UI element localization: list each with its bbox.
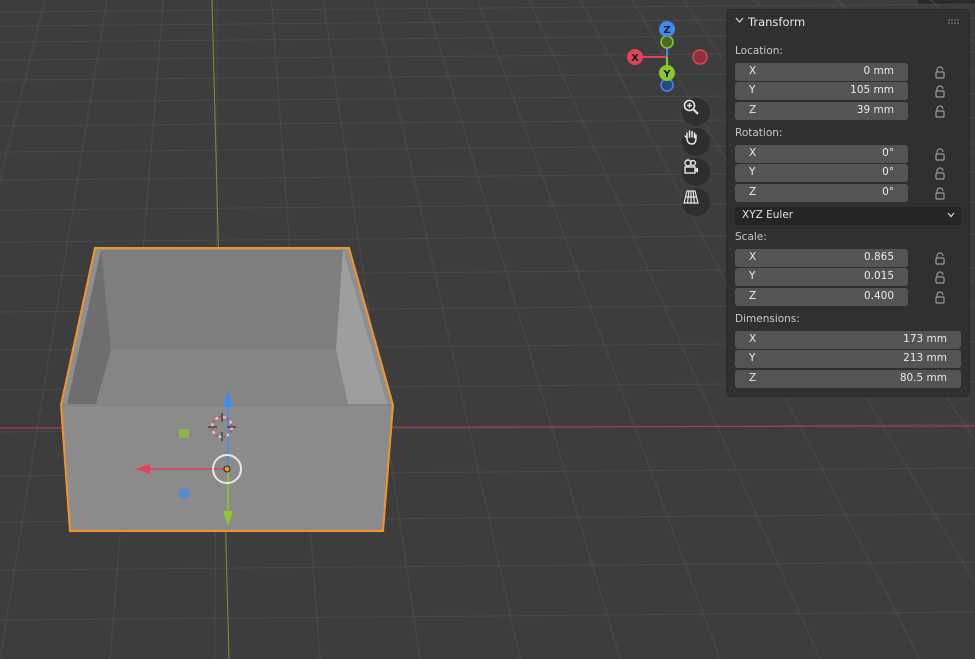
scale-label: Scale: — [735, 231, 767, 243]
gizmo-xz-plane — [179, 429, 189, 438]
rotation-z-field[interactable]: Z 0° — [735, 184, 908, 202]
lock-location-x-icon[interactable] — [934, 66, 946, 79]
rotation-y-field[interactable]: Y 0° — [735, 164, 908, 182]
gizmo-neg-y — [660, 35, 674, 49]
lock-scale-y-icon[interactable] — [934, 271, 946, 284]
scale-z-field[interactable]: Z 0.400 — [735, 288, 908, 306]
gizmo-xy-plane — [179, 489, 189, 498]
location-label: Location: — [735, 45, 783, 57]
chevron-down-icon[interactable] — [735, 17, 744, 24]
scale-y-field[interactable]: Y 0.015 — [735, 268, 908, 286]
rotation-label: Rotation: — [735, 127, 783, 139]
lock-location-y-icon[interactable] — [934, 85, 946, 98]
object-origin — [223, 465, 231, 473]
rotation-x-field[interactable]: X 0° — [735, 145, 908, 163]
camera-icon[interactable] — [682, 158, 710, 186]
lock-rotation-x-icon[interactable] — [934, 148, 946, 161]
lock-location-z-icon[interactable] — [934, 105, 946, 118]
gizmo-neg-x — [692, 49, 708, 65]
drag-grip-icon[interactable] — [948, 19, 960, 25]
lock-scale-x-icon[interactable] — [934, 252, 946, 265]
pan-hand-icon[interactable] — [682, 128, 710, 156]
lock-scale-z-icon[interactable] — [934, 291, 946, 304]
navigation-gizmo[interactable]: Z X Y — [627, 21, 708, 92]
lock-rotation-y-icon[interactable] — [934, 167, 946, 180]
perspective-grid-icon[interactable] — [682, 188, 710, 216]
chevron-down-icon — [947, 212, 955, 218]
rotation-mode-select[interactable]: XYZ Euler — [735, 207, 961, 225]
location-z-field[interactable]: Z 39 mm — [735, 102, 908, 120]
dimensions-label: Dimensions: — [735, 313, 800, 325]
dimensions-y-field[interactable]: Y 213 mm — [735, 350, 961, 368]
svg-text:Z: Z — [663, 25, 670, 36]
panel-title: Transform — [748, 15, 806, 29]
selected-box-object[interactable] — [59, 247, 395, 532]
svg-text:Y: Y — [662, 69, 671, 80]
dimensions-z-field[interactable]: Z 80.5 mm — [735, 370, 961, 388]
svg-text:X: X — [631, 53, 639, 64]
panel-header[interactable]: Transform — [727, 10, 969, 34]
lock-rotation-z-icon[interactable] — [934, 187, 946, 200]
transform-panel: Transform Location: X0 mm Y 105 mm Z 39 mm… — [727, 10, 969, 396]
zoom-icon[interactable] — [682, 98, 710, 126]
scale-x-field[interactable]: X 0.865 — [735, 249, 908, 267]
dimensions-x-field[interactable]: X 173 mm — [735, 331, 961, 349]
location-y-field[interactable]: Y 105 mm — [735, 82, 908, 100]
location-x-field[interactable]: X0 mm — [735, 63, 908, 81]
